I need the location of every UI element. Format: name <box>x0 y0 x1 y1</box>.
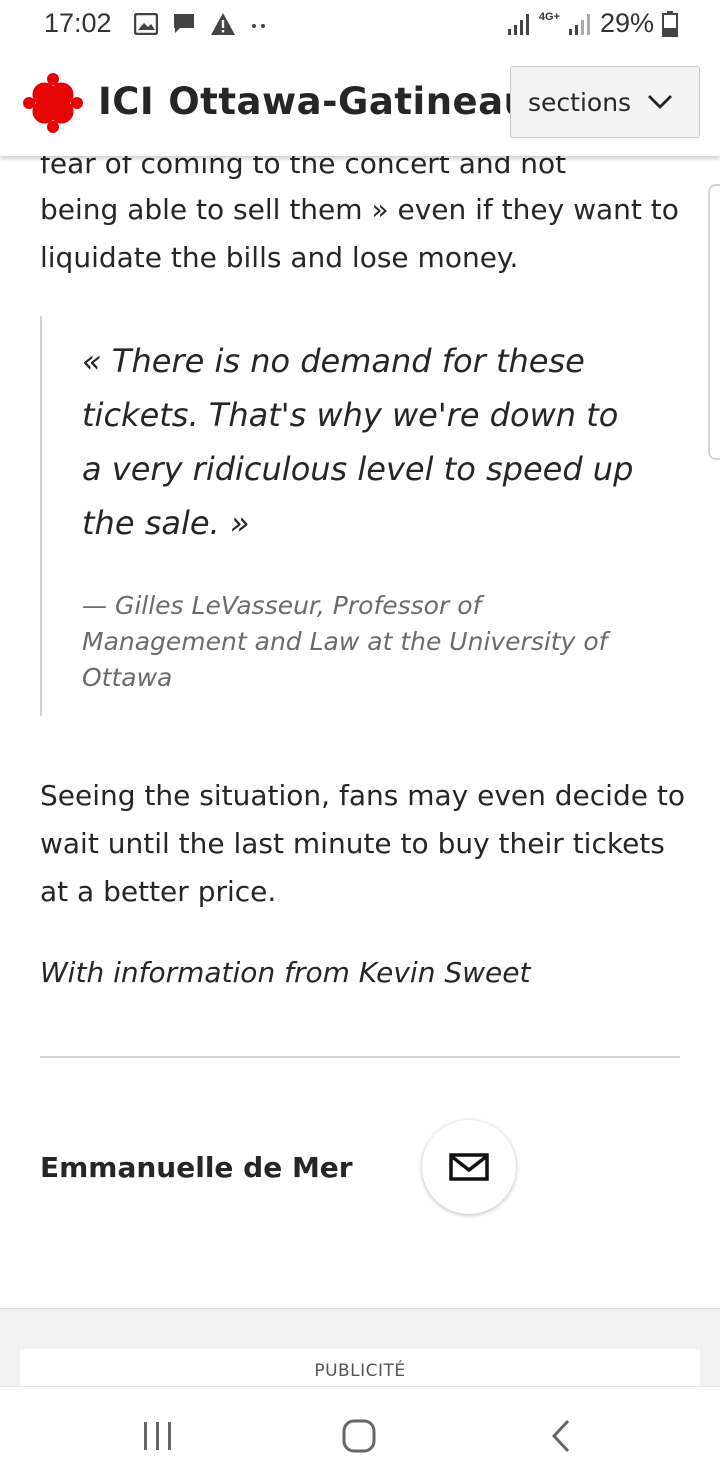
recent-apps-button[interactable] <box>133 1411 183 1461</box>
signal-icon-2 <box>568 13 590 35</box>
warning-icon <box>211 13 235 35</box>
battery-percent: 29% <box>599 8 654 38</box>
region-name: Ottawa-Gatineau <box>168 80 531 123</box>
status-bar: 17:02 4G+ 29% <box>0 0 720 50</box>
article-paragraph: being able to sell them » even if they w… <box>40 193 679 274</box>
notification-icons <box>134 12 268 36</box>
more-dots-icon <box>252 24 265 28</box>
home-button[interactable] <box>334 1411 384 1461</box>
sections-label: sections <box>528 87 632 117</box>
envelope-icon <box>449 1153 489 1181</box>
message-icon <box>174 14 194 33</box>
sections-menu-button[interactable]: sections <box>510 66 700 138</box>
quote-text: « There is no demand for these tickets. … <box>82 342 634 542</box>
battery-icon <box>662 10 678 37</box>
home-icon <box>342 1419 376 1453</box>
ad-section: PUBLICITÉ <box>0 1308 720 1389</box>
image-icon <box>134 13 158 35</box>
site-title[interactable]: ICI Ottawa-Gatineau <box>98 80 530 123</box>
chevron-down-icon <box>648 95 673 109</box>
brand-prefix: ICI <box>98 80 155 123</box>
back-button[interactable] <box>536 1411 586 1461</box>
divider <box>40 1056 680 1058</box>
back-icon <box>551 1419 570 1453</box>
author-name[interactable]: Emmanuelle de Mer <box>40 1151 353 1184</box>
system-nav-bar <box>0 1386 720 1480</box>
ad-label: PUBLICITÉ <box>20 1349 700 1389</box>
signal-icon <box>507 13 529 35</box>
email-author-button[interactable] <box>422 1120 516 1214</box>
site-header: ICI Ottawa-Gatineau sections <box>0 50 720 156</box>
network-type: 4G+ <box>538 11 560 23</box>
scroll-handle[interactable] <box>708 184 720 460</box>
recent-apps-icon <box>144 1422 171 1450</box>
article-credit: With information from Kevin Sweet <box>40 956 531 989</box>
quote-citation: — Gilles LeVasseur, Professor of Managem… <box>82 591 608 692</box>
article-paragraph-2: Seeing the situation, fans may even deci… <box>40 779 685 908</box>
pull-quote: « There is no demand for these tickets. … <box>40 316 680 716</box>
system-status: 4G+ 29% <box>507 8 678 39</box>
cbc-gem-logo[interactable] <box>22 72 84 134</box>
status-time: 17:02 <box>44 8 112 38</box>
